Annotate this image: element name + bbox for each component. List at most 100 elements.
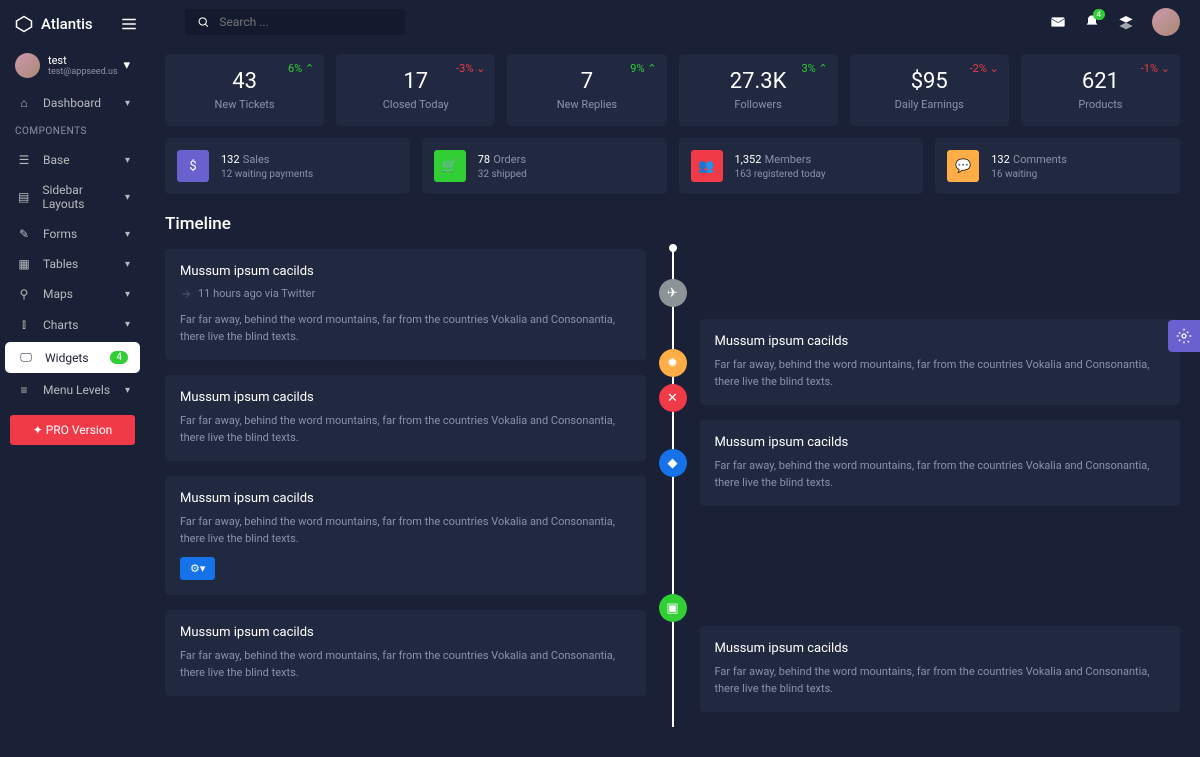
timeline-card[interactable]: Mussum ipsum cacilds Far far away, behin…	[700, 319, 1181, 405]
info-card-orders[interactable]: 🛒78 Orders32 shipped	[422, 138, 667, 194]
timeline-card-title: Mussum ipsum cacilds	[180, 390, 631, 405]
chevron-down-icon: ▾	[125, 385, 130, 396]
stat-card-tickets[interactable]: 6% ⌃43New Tickets	[165, 54, 324, 126]
timeline: Mussum ipsum cacilds 11 hours ago via Tw…	[165, 249, 1180, 727]
stat-pct: 3% ⌃	[801, 62, 827, 75]
nav-label: Sidebar Layouts	[42, 183, 125, 211]
timeline-right: Mussum ipsum cacilds Far far away, behin…	[700, 249, 1181, 727]
nav-maps[interactable]: ⚲Maps▾	[0, 279, 145, 309]
timeline-card-title: Mussum ipsum cacilds	[715, 641, 1166, 656]
nav-charts[interactable]: ⫾ Charts ▾	[0, 309, 145, 340]
chevron-down-icon: ▾	[125, 155, 130, 166]
timeline-card-desc: Far far away, behind the word mountains,…	[180, 312, 631, 345]
timeline-card[interactable]: Mussum ipsum cacilds 11 hours ago via Tw…	[165, 249, 646, 360]
timeline-card-desc: Far far away, behind the word mountains,…	[715, 357, 1166, 390]
notification-icon[interactable]: 4	[1084, 14, 1100, 30]
layers-icon: ☰	[15, 153, 33, 167]
timeline-card[interactable]: Mussum ipsum cacilds Far far away, behin…	[700, 420, 1181, 506]
stat-pct: -3% ⌄	[456, 62, 485, 75]
nav-forms[interactable]: ✎ Forms ▾	[0, 219, 145, 249]
stat-card-products[interactable]: -1% ⌄621Products	[1021, 54, 1180, 126]
widgets-badge: 4	[110, 351, 128, 364]
nav-dashboard[interactable]: ⌂ Dashboard ▾	[0, 88, 145, 118]
stat-label: Daily Earnings	[865, 98, 994, 111]
timeline-card-title: Mussum ipsum cacilds	[715, 334, 1166, 349]
stat-card-replies[interactable]: 9% ⌃7New Replies	[507, 54, 666, 126]
timeline-card-desc: Far far away, behind the word mountains,…	[715, 458, 1166, 491]
settings-fab[interactable]	[1168, 320, 1200, 352]
user-email: test@appseed.us	[48, 67, 123, 77]
timeline-card-title: Mussum ipsum cacilds	[715, 435, 1166, 450]
nav-base[interactable]: ☰Base▾	[0, 145, 145, 175]
chevron-down-icon: ▾	[123, 58, 130, 73]
pin-icon: ⚲	[15, 287, 33, 301]
nav-label: Tables	[43, 257, 78, 271]
stat-label: Closed Today	[351, 98, 480, 111]
timeline-card[interactable]: Mussum ipsum cacilds Far far away, behin…	[165, 375, 646, 461]
chevron-down-icon: ▾	[125, 192, 130, 203]
nav-tables[interactable]: ▦Tables▾	[0, 249, 145, 279]
nav-label: Forms	[43, 227, 77, 241]
user-avatar-top[interactable]	[1152, 8, 1180, 36]
nav-menu-levels[interactable]: ≡Menu Levels▾	[0, 375, 145, 405]
timeline-card-title: Mussum ipsum cacilds	[180, 264, 631, 279]
search-box[interactable]	[185, 9, 405, 35]
chevron-down-icon: ▾	[125, 229, 130, 240]
info-card-sales[interactable]: $132 Sales12 waiting payments	[165, 138, 410, 194]
stat-label: New Tickets	[180, 98, 309, 111]
info-row: $132 Sales12 waiting payments 🛒78 Orders…	[165, 138, 1180, 194]
layout-icon: ▤	[15, 190, 32, 204]
table-icon: ▦	[15, 257, 33, 271]
timeline-icon-tag: ◆	[659, 449, 687, 477]
mail-icon[interactable]	[1050, 14, 1066, 30]
stat-label: Followers	[694, 98, 823, 111]
nav-widgets[interactable]: 🖵Widgets4	[5, 342, 140, 373]
menu-toggle[interactable]	[120, 15, 138, 33]
search-icon	[197, 15, 209, 29]
timeline-card-title: Mussum ipsum cacilds	[180, 625, 631, 640]
users-icon: 👥	[691, 150, 723, 182]
notification-badge: 4	[1093, 9, 1106, 20]
gear-icon: ⚙	[190, 562, 200, 575]
chevron-down-icon: ▾	[125, 289, 130, 300]
chart-icon: ⫾	[15, 317, 33, 332]
info-card-members[interactable]: 👥1,352 Members163 registered today	[679, 138, 924, 194]
timeline-card[interactable]: Mussum ipsum cacilds Far far away, behin…	[165, 610, 646, 696]
user-avatar	[15, 53, 40, 78]
timeline-icon-plane: ✈	[659, 279, 687, 307]
nav-label: Menu Levels	[43, 383, 110, 397]
comment-icon: 💬	[947, 150, 979, 182]
timeline-card-desc: Far far away, behind the word mountains,…	[180, 514, 631, 547]
stat-pct: -2% ⌄	[970, 62, 999, 75]
desktop-icon: 🖵	[17, 350, 35, 365]
stat-card-earnings[interactable]: -2% ⌄$95Daily Earnings	[850, 54, 1009, 126]
layers-icon[interactable]	[1118, 14, 1134, 30]
info-card-comments[interactable]: 💬132 Comments16 waiting	[935, 138, 1180, 194]
stat-card-closed[interactable]: -3% ⌄17Closed Today	[336, 54, 495, 126]
arrow-icon	[180, 288, 192, 300]
home-icon: ⌂	[15, 96, 33, 110]
user-profile[interactable]: test test@appseed.us ▾	[0, 43, 145, 88]
timeline-left: Mussum ipsum cacilds 11 hours ago via Tw…	[165, 249, 646, 727]
form-icon: ✎	[15, 227, 33, 241]
topbar: 4	[145, 0, 1200, 44]
stat-card-followers[interactable]: 3% ⌃27.3KFollowers	[679, 54, 838, 126]
nav-sidebar-layouts[interactable]: ▤ Sidebar Layouts▾	[0, 175, 145, 219]
stats-row: 6% ⌃43New Tickets -3% ⌄17Closed Today 9%…	[165, 54, 1180, 126]
pro-version-button[interactable]: ✦ PRO Version	[10, 415, 135, 445]
nav-label: Charts	[43, 318, 78, 332]
gear-icon	[1176, 328, 1192, 344]
chevron-down-icon: ▾	[125, 319, 130, 330]
timeline-card-desc: Far far away, behind the word mountains,…	[180, 413, 631, 446]
gear-dropdown-button[interactable]: ⚙ ▾	[180, 557, 215, 580]
logo-icon	[15, 15, 33, 33]
timeline-card-desc: Far far away, behind the word mountains,…	[715, 664, 1166, 697]
stat-pct: -1% ⌄	[1141, 62, 1170, 75]
chevron-down-icon: ▾	[125, 98, 130, 109]
rocket-icon: ✦	[33, 423, 46, 437]
timeline-card[interactable]: Mussum ipsum cacilds Far far away, behin…	[165, 476, 646, 595]
search-input[interactable]	[219, 15, 393, 29]
timeline-card[interactable]: Mussum ipsum cacilds Far far away, behin…	[700, 626, 1181, 712]
timeline-card-meta: 11 hours ago via Twitter	[180, 287, 631, 300]
timeline-card-title: Mussum ipsum cacilds	[180, 491, 631, 506]
